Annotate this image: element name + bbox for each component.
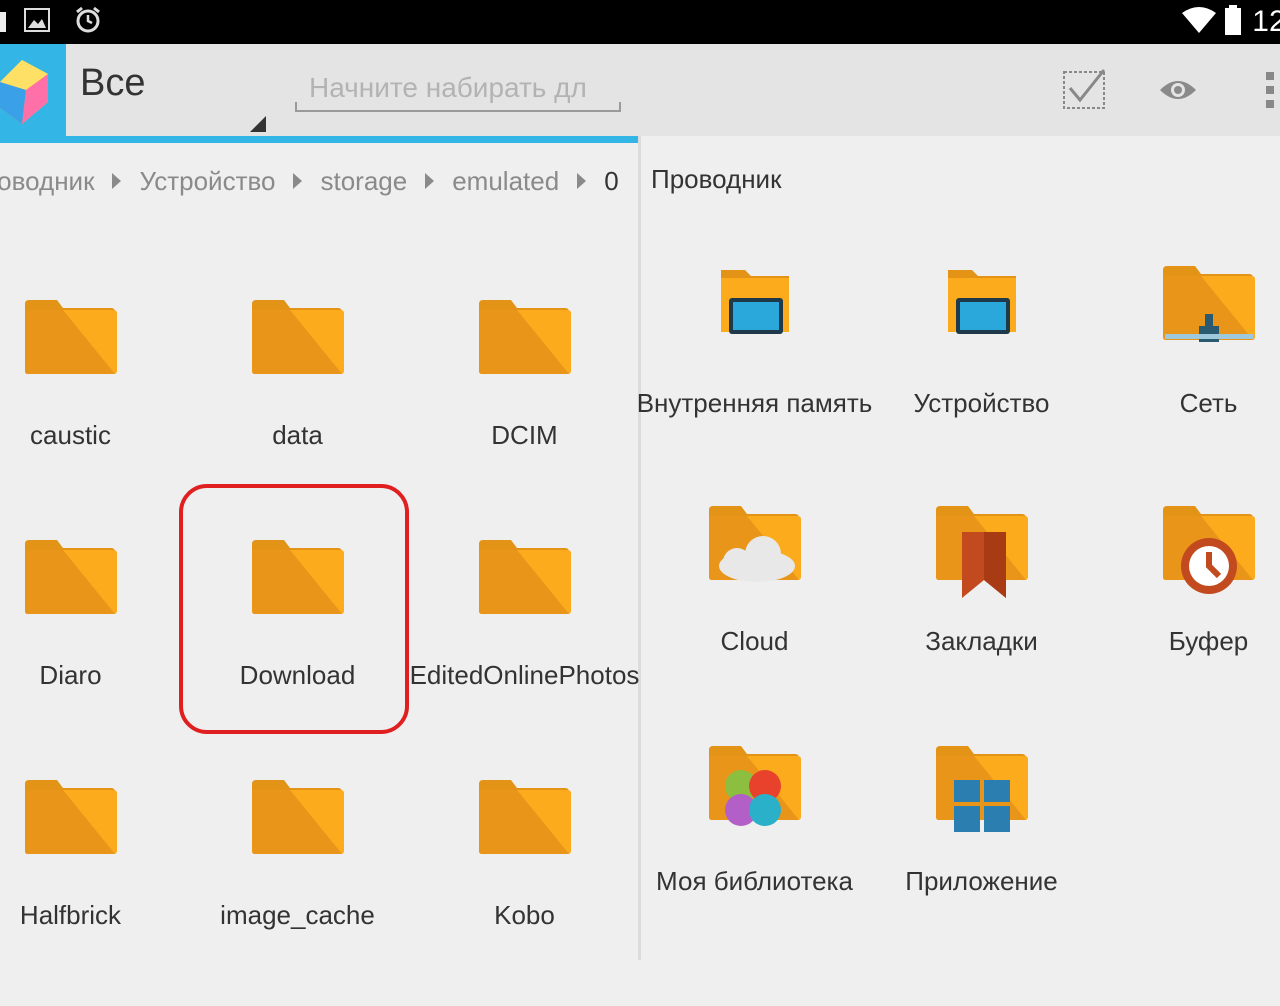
breadcrumb-item-current[interactable]: 0 [604, 166, 618, 197]
folder-icon [24, 540, 117, 614]
breadcrumb-arrow-icon [577, 173, 587, 189]
location-cloud[interactable]: Cloud [641, 502, 868, 732]
breadcrumb-item-root[interactable]: Проводник [0, 166, 94, 197]
apps-icon [935, 746, 1028, 832]
breadcrumb-arrow-icon [293, 173, 303, 189]
download-highlight-outline [179, 484, 409, 734]
folder-icon [478, 300, 571, 374]
select-all-icon [1063, 69, 1106, 109]
action-bar: Все [0, 44, 1280, 136]
device-icon [947, 270, 1016, 334]
folder-icon [478, 780, 571, 854]
active-pane-indicator [0, 136, 640, 143]
folder-label: Kobo [494, 900, 555, 930]
folder-item[interactable]: Halfbrick [0, 776, 184, 1006]
cloud-icon [708, 506, 801, 582]
folder-item[interactable]: Diaro [0, 536, 184, 766]
breadcrumb-item-device[interactable]: Устройство [139, 166, 275, 197]
app-logo-icon[interactable] [0, 44, 66, 136]
select-all-button[interactable] [1058, 64, 1110, 116]
library-icon [708, 746, 801, 826]
wifi-icon [1182, 6, 1217, 38]
image-icon [24, 7, 50, 37]
breadcrumb-item-emulated[interactable]: emulated [452, 166, 559, 197]
view-title: Все [80, 62, 146, 104]
folder-item[interactable]: DCIM [411, 296, 638, 526]
overflow-icon [1266, 72, 1274, 108]
alarm-icon [74, 6, 102, 39]
bookmark-icon [935, 506, 1028, 598]
folder-icon [24, 300, 117, 374]
folder-item[interactable]: image_cache [184, 776, 411, 1006]
internal-storage-icon [720, 270, 789, 334]
folder-item[interactable]: caustic [0, 296, 184, 526]
location-device[interactable]: Устройство [868, 262, 1095, 492]
location-internal-storage[interactable]: Внутренняя память [637, 262, 872, 492]
battery-icon [1224, 4, 1242, 40]
folder-item[interactable]: Kobo [411, 776, 638, 1006]
clipboard-clock-icon [1162, 506, 1255, 594]
location-bookmarks[interactable]: Закладки [868, 502, 1095, 732]
clock: 12: [1252, 5, 1280, 38]
location-apps[interactable]: Приложение [868, 742, 1095, 972]
folder-icon [478, 540, 571, 614]
folder-label: EditedOnlinePhotos [409, 660, 640, 690]
search-input[interactable] [295, 72, 629, 104]
network-icon [1162, 266, 1255, 342]
view-toggle-button[interactable] [1152, 64, 1204, 116]
folder-icon [24, 780, 117, 854]
overflow-menu-button[interactable] [1258, 64, 1280, 116]
location-label: Буфер [1168, 626, 1249, 656]
location-network[interactable]: Сеть [1095, 262, 1280, 492]
location-library[interactable]: Моя библиотека [641, 742, 868, 972]
breadcrumb-arrow-icon [425, 173, 435, 189]
folder-icon [251, 780, 344, 854]
android-icon [0, 12, 6, 32]
right-pane-header: Проводник [651, 164, 782, 194]
breadcrumb-arrow-icon [112, 173, 122, 189]
folder-icon [251, 300, 344, 374]
location-label: Сеть [1179, 388, 1238, 418]
folder-item[interactable]: EditedOnlinePhotos [410, 536, 639, 766]
view-spinner[interactable]: Все [80, 62, 270, 132]
dropdown-triangle-icon [250, 116, 266, 132]
location-label: Приложение [905, 866, 1058, 896]
status-bar: 12: [0, 0, 1280, 44]
breadcrumb-item-storage[interactable]: storage [320, 166, 407, 197]
breadcrumb: Проводник Устройство storage emulated 0 [0, 163, 619, 199]
eye-icon [1160, 81, 1196, 99]
location-clipboard[interactable]: Буфер [1095, 502, 1280, 732]
folder-label: DCIM [491, 420, 558, 450]
search-field-container [295, 72, 629, 112]
